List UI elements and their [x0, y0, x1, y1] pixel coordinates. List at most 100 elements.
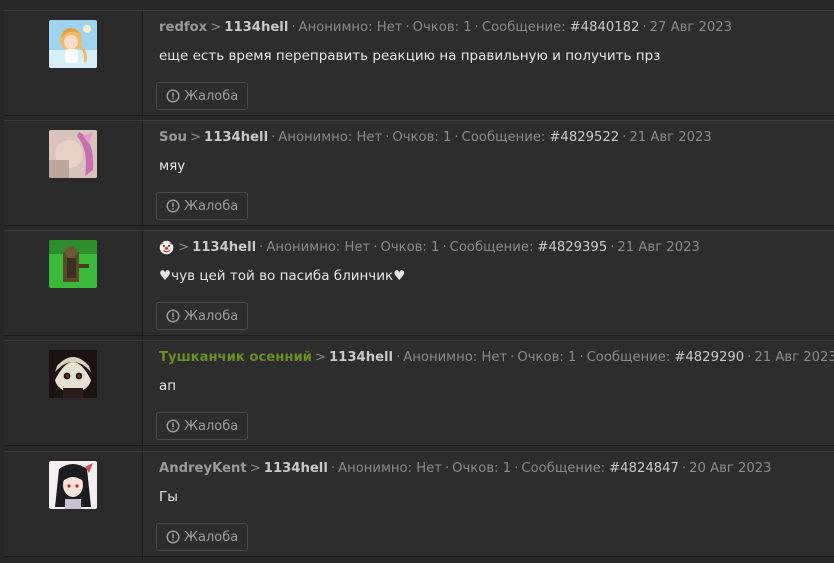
message-number-link[interactable]: #4829522 — [549, 130, 619, 145]
separator-dot: · — [442, 240, 447, 255]
target-user-link[interactable]: 1134hell — [204, 130, 268, 145]
author-link[interactable]: Sou — [159, 130, 187, 145]
post-date: 21 Авг 2023 — [629, 130, 712, 145]
arrow: > — [189, 130, 202, 145]
separator-dot: · — [681, 461, 687, 476]
report-button-label: Жалоба — [184, 308, 239, 324]
post-date: 20 Авг 2023 — [689, 461, 772, 476]
message-number-link[interactable]: #4829290 — [674, 350, 744, 365]
message-number-link[interactable]: #4824847 — [609, 461, 679, 476]
message-label: Сообщение: — [449, 240, 534, 255]
separator-dot: · — [622, 130, 627, 145]
target-user-link[interactable]: 1134hell — [224, 20, 288, 35]
profile-post: Sou > 1134hell · Анонимно: Нет · Очков: … — [4, 120, 834, 226]
separator-dot: · — [373, 240, 378, 255]
post-text: Гы — [159, 489, 178, 505]
post-meta: Sou > 1134hell · Анонимно: Нет · Очков: … — [159, 130, 712, 145]
profile-post: Тушканчик осенний > 1134hell · Анонимно:… — [4, 340, 834, 446]
author-link[interactable]: AndreyKent — [159, 461, 247, 476]
report-button[interactable]: Жалоба — [156, 412, 249, 440]
avatar-cell — [4, 121, 143, 225]
post-date: 21 Авг 2023 — [754, 350, 834, 365]
post-meta: > 1134hell · Анонимно: Нет · Очков: 1 · … — [159, 240, 700, 255]
separator-dot: · — [642, 20, 647, 35]
post-body: redfox > 1134hell · Анонимно: Нет · Очко… — [143, 11, 834, 115]
anonymous-label: Анонимно: Нет — [266, 240, 371, 255]
post-date: 27 Авг 2023 — [649, 20, 733, 35]
anonymous-label: Анонимно: Нет — [298, 20, 403, 35]
separator-dot: · — [579, 350, 584, 365]
separator-dot: · — [514, 461, 519, 476]
separator-dot: · — [405, 20, 410, 35]
post-text: ап — [159, 378, 177, 394]
report-button[interactable]: Жалоба — [156, 523, 249, 551]
separator-dot: · — [444, 461, 450, 476]
points-label: Очков: 1 — [517, 350, 577, 365]
report-button-label: Жалоба — [184, 418, 239, 434]
separator-dot: · — [474, 20, 479, 35]
separator-dot: · — [259, 240, 264, 255]
profile-post: redfox > 1134hell · Анонимно: Нет · Очко… — [4, 10, 834, 116]
exclamation-circle-icon — [166, 199, 180, 213]
profile-post: AndreyKent > 1134hell · Анонимно: Нет · … — [4, 451, 834, 557]
post-text: еще есть время переправить реакцию на пр… — [159, 48, 661, 64]
avatar[interactable] — [49, 461, 97, 509]
separator-dot: · — [291, 20, 296, 35]
separator-dot: · — [454, 130, 459, 145]
separator-dot: · — [271, 130, 276, 145]
post-body: > 1134hell · Анонимно: Нет · Очков: 1 · … — [143, 231, 834, 335]
message-number-link[interactable]: #4829395 — [537, 240, 607, 255]
separator-dot: · — [510, 350, 515, 365]
separator-dot: · — [330, 461, 336, 476]
report-button[interactable]: Жалоба — [156, 82, 249, 110]
post-meta: redfox > 1134hell · Анонимно: Нет · Очко… — [159, 20, 732, 35]
avatar-cell — [4, 452, 143, 556]
points-label: Очков: 1 — [392, 130, 452, 145]
avatar[interactable] — [49, 20, 97, 68]
points-label: Очков: 1 — [452, 461, 512, 476]
post-date: 21 Авг 2023 — [617, 240, 700, 255]
author-link[interactable]: Тушканчик осенний — [159, 350, 312, 365]
avatar-cell — [4, 231, 143, 335]
anonymous-label: Анонимно: Нет — [278, 130, 383, 145]
post-text: мяу — [159, 158, 186, 174]
avatar-cell — [4, 341, 143, 445]
arrow: > — [178, 240, 190, 255]
exclamation-circle-icon — [166, 530, 180, 544]
separator-dot: · — [610, 240, 615, 255]
report-button[interactable]: Жалоба — [156, 302, 249, 330]
target-user-link[interactable]: 1134hell — [264, 461, 328, 476]
points-label: Очков: 1 — [380, 240, 440, 255]
message-label: Сообщение: — [481, 20, 566, 35]
profile-posts-feed: redfox > 1134hell · Анонимно: Нет · Очко… — [0, 0, 834, 563]
separator-dot: · — [747, 350, 752, 365]
exclamation-circle-icon — [166, 309, 180, 323]
exclamation-circle-icon — [166, 419, 180, 433]
message-label: Сообщение: — [586, 350, 671, 365]
profile-post: > 1134hell · Анонимно: Нет · Очков: 1 · … — [4, 230, 834, 336]
message-number-link[interactable]: #4840182 — [570, 20, 640, 35]
target-user-link[interactable]: 1134hell — [192, 240, 256, 255]
report-button[interactable]: Жалоба — [156, 192, 249, 220]
report-button-label: Жалоба — [184, 529, 239, 545]
arrow: > — [249, 461, 261, 476]
message-label: Сообщение: — [461, 130, 546, 145]
exclamation-circle-icon — [166, 89, 180, 103]
avatar[interactable] — [49, 240, 97, 288]
target-user-link[interactable]: 1134hell — [329, 350, 393, 365]
post-body: Тушканчик осенний > 1134hell · Анонимно:… — [143, 341, 834, 445]
avatar[interactable] — [49, 350, 97, 398]
clown-face-icon[interactable] — [159, 240, 174, 255]
anonymous-label: Анонимно: Нет — [338, 461, 442, 476]
avatar-cell — [4, 11, 143, 115]
post-body: Sou > 1134hell · Анонимно: Нет · Очков: … — [143, 121, 834, 225]
avatar[interactable] — [49, 130, 97, 178]
post-text: ♥чув цей той во пасиба блинчик♥ — [159, 268, 406, 284]
message-label: Сообщение: — [521, 461, 606, 476]
anonymous-label: Анонимно: Нет — [403, 350, 508, 365]
author-link[interactable]: redfox — [159, 20, 207, 35]
separator-dot: · — [385, 130, 390, 145]
post-meta: AndreyKent > 1134hell · Анонимно: Нет · … — [159, 461, 772, 476]
post-body: AndreyKent > 1134hell · Анонимно: Нет · … — [143, 452, 834, 556]
arrow: > — [314, 350, 326, 365]
